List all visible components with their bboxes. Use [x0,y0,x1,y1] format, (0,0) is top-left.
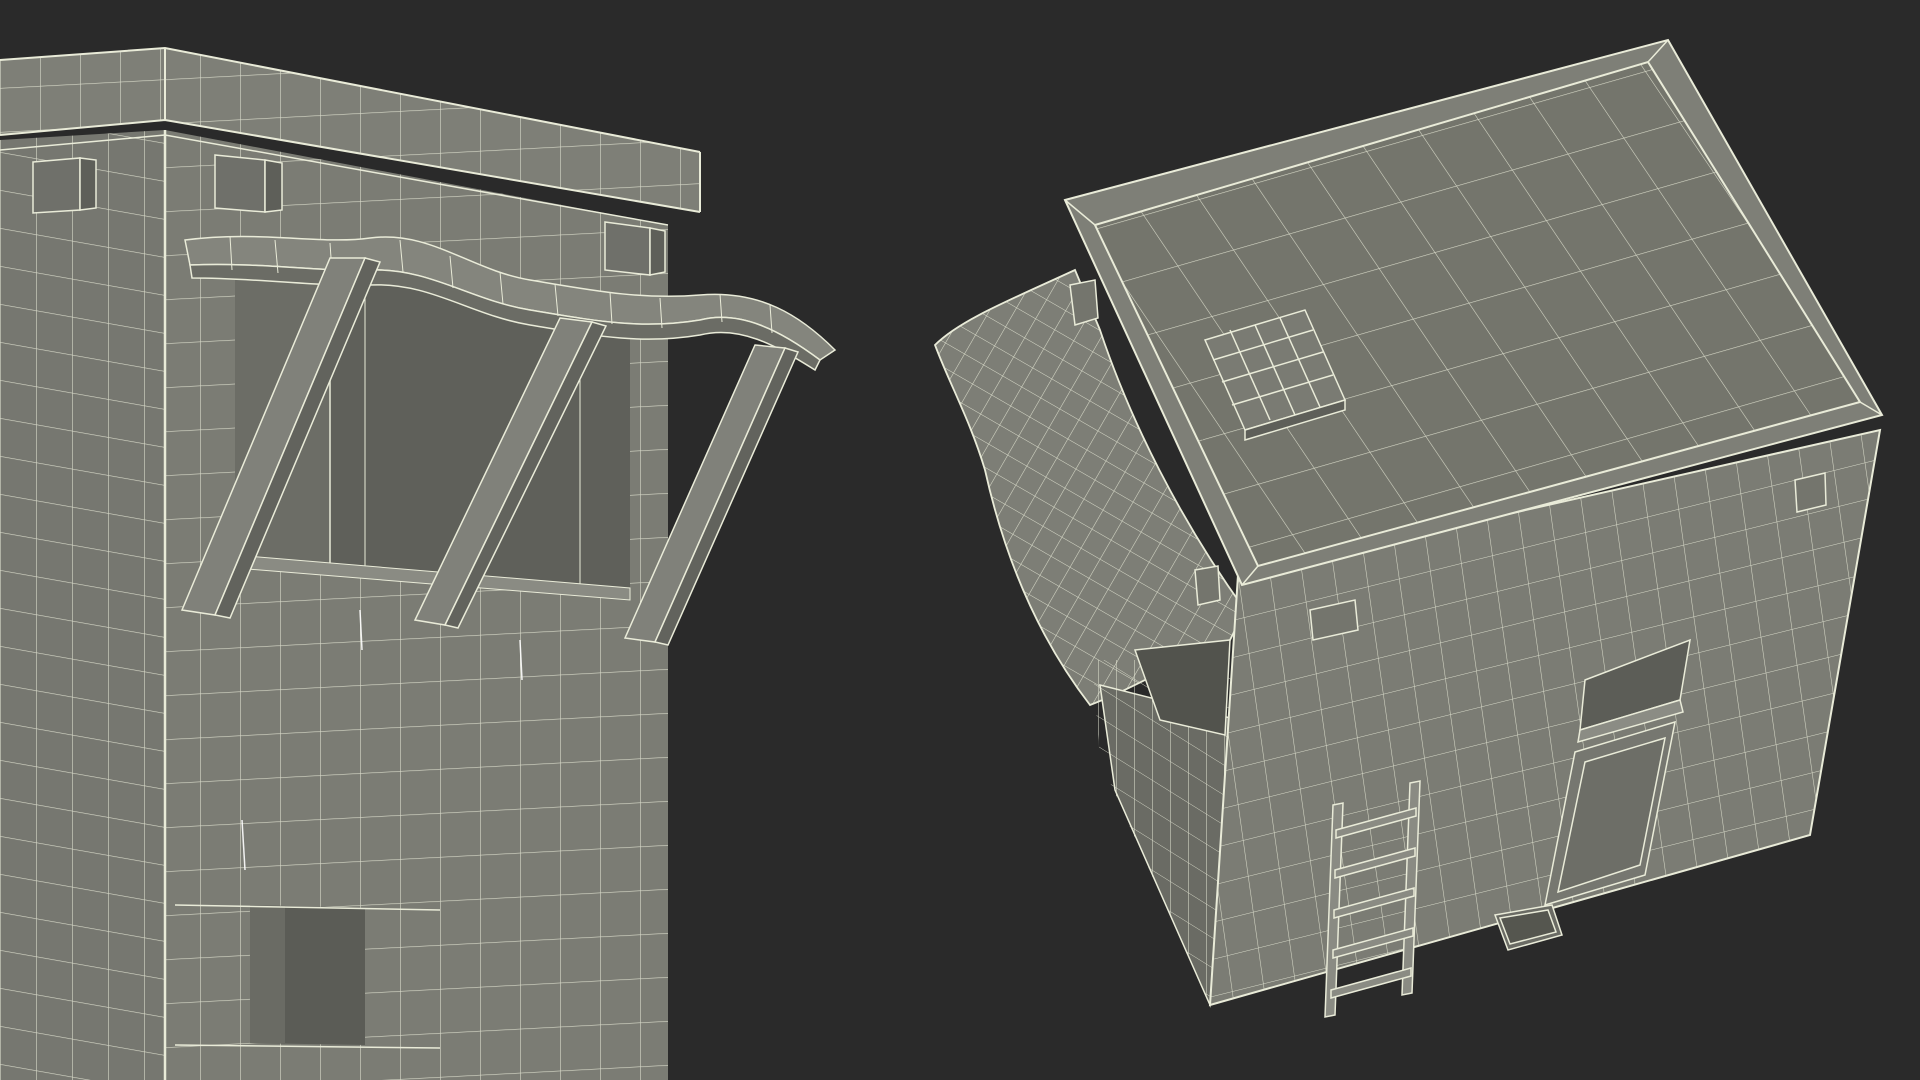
close-up-corner-view [0,46,837,1080]
wireframe-render-scene [0,38,1884,1080]
wall-front-face [0,130,165,1080]
top-down-view [933,38,1884,1018]
